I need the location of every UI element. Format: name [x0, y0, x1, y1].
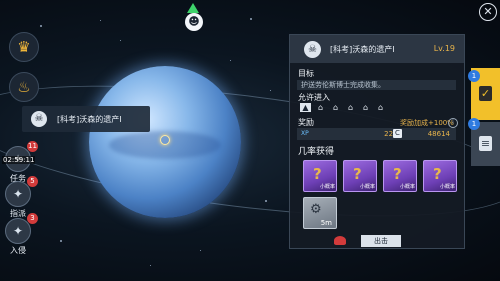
reward-bonus: 奖励加成+100%	[400, 119, 454, 127]
ship-class-icon: ▲	[300, 103, 311, 112]
mystery-box-icon: ?	[393, 165, 402, 183]
drop-item[interactable]: ? 小概率	[383, 160, 417, 192]
faction-emblem-icon: ☠	[31, 111, 47, 127]
invade-button[interactable]: ✦ 3 入侵	[4, 213, 38, 256]
mission-panel: ☠ [科考]沃森的遗产Ⅰ Lv.19 目标 护送劳伦斯博士完成收集。 允许进入 …	[289, 34, 465, 249]
crown-icon: ♛	[17, 38, 31, 56]
mystery-box-icon: ?	[433, 165, 442, 183]
mission-title: [科考]沃森的遗产Ⅰ	[330, 44, 395, 54]
drop-item[interactable]: ? 小概率	[343, 160, 377, 192]
faction-emblem-icon: ☠	[304, 40, 321, 58]
planet-name-label[interactable]: ☠ [科考]沃森的遗产Ⅰ	[22, 106, 150, 132]
document-icon: ≡	[479, 136, 492, 151]
fleet-button[interactable]: ♛	[9, 32, 39, 62]
allow-entry-label: 允许进入	[298, 93, 330, 102]
flame-icon: ♨	[17, 78, 31, 96]
mission-level: Lv.19	[433, 44, 455, 53]
ship-class-icon: ⌂	[332, 103, 339, 112]
drop-caption: 小概率	[319, 184, 335, 190]
ship-class-icon: ⌂	[362, 103, 369, 112]
drop-item[interactable]: ⚙ 5m	[303, 197, 337, 229]
player-marker[interactable]: ☻	[184, 3, 204, 33]
objective-text: 护送劳伦斯博士完成收集。	[297, 80, 456, 90]
reports-badge: 1	[468, 118, 480, 130]
mystery-box-icon: ?	[313, 165, 322, 183]
credit-value: 48614	[427, 130, 450, 138]
reward-label: 奖励	[298, 118, 314, 127]
depart-button[interactable]: 出击	[361, 235, 401, 247]
xp-tag: XP	[301, 130, 309, 137]
dispatch-badge: 5	[27, 176, 38, 187]
drop-caption: 小概率	[359, 184, 375, 190]
missions-badge: 1	[468, 70, 480, 82]
invade-badge: 3	[27, 213, 38, 224]
task-timer: 02:59:11	[2, 156, 36, 164]
close-icon[interactable]: ✕	[479, 3, 497, 21]
satellite-icon: ✦	[5, 218, 31, 244]
reward-row: XP 2200 C 48614	[297, 128, 456, 140]
planet-target-marker[interactable]	[160, 135, 170, 145]
task-badge: 11	[27, 141, 38, 152]
player-arrow-icon	[187, 3, 199, 13]
ship-part-icon: ⚙	[310, 202, 322, 217]
ship-class-icon: ⌂	[377, 103, 384, 112]
drops-label: 几率获得	[298, 147, 335, 157]
ship-class-icon: ⌂	[317, 103, 324, 112]
mystery-box-icon: ?	[353, 165, 362, 183]
user-icon: ☻	[185, 13, 203, 31]
warning-icon	[334, 236, 346, 245]
alert-button[interactable]: ♨	[9, 72, 39, 102]
ship-class-icon: ⌂	[347, 103, 354, 112]
dispatch-button[interactable]: ✦ 5 指派	[4, 176, 38, 219]
info-icon[interactable]: i	[448, 118, 458, 128]
drop-caption: 小概率	[399, 184, 415, 190]
invade-label: 入侵	[10, 246, 26, 255]
drop-item[interactable]: ? 小概率	[423, 160, 457, 192]
mission-clipboard-icon: ✓	[479, 86, 492, 101]
objective-label: 目标	[298, 69, 314, 78]
planet-name-text: [科考]沃森的遗产Ⅰ	[57, 114, 122, 124]
drop-caption: 5m	[320, 219, 332, 227]
credit-icon: C	[393, 129, 402, 138]
drop-caption: 小概率	[439, 184, 455, 190]
satellite-icon: ✦	[5, 181, 31, 207]
mission-header: ☠ [科考]沃森的遗产Ⅰ Lv.19	[290, 35, 464, 63]
allowed-ship-types: ▲ ⌂ ⌂ ⌂ ⌂ ⌂	[300, 103, 386, 112]
drop-item[interactable]: ? 小概率	[303, 160, 337, 192]
